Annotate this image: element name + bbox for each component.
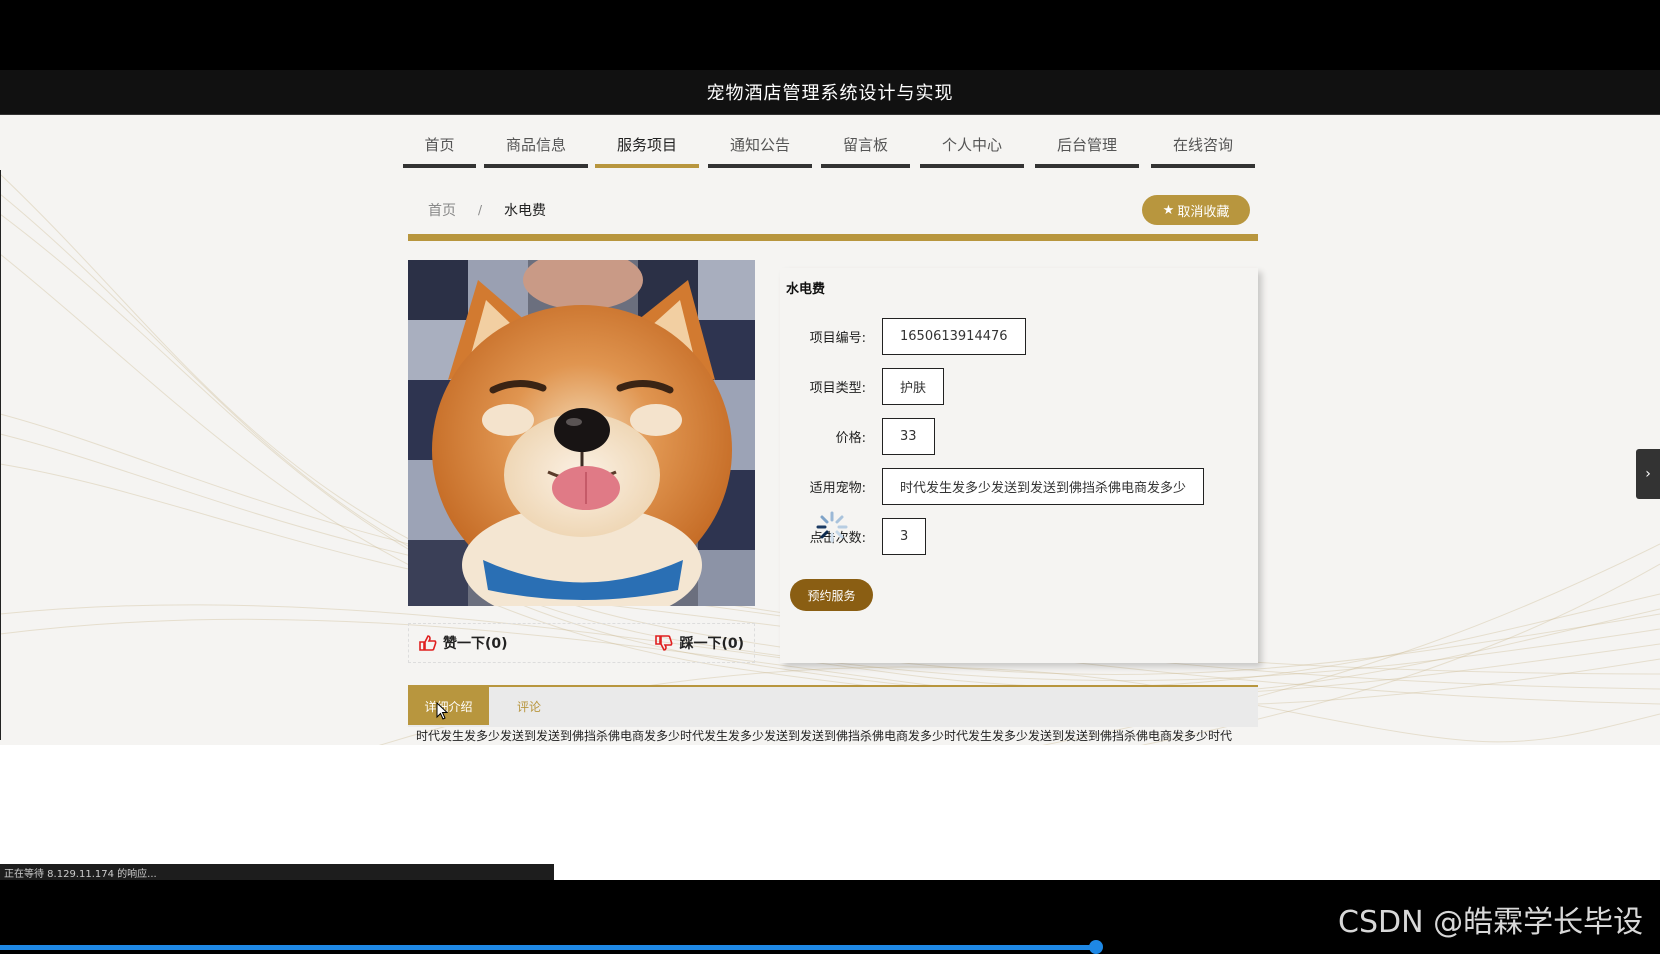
field-project-type: 项目类型: 护肤 [802, 368, 945, 405]
tab-details[interactable]: 详细介绍 [408, 687, 489, 725]
field-value: 3 [882, 518, 927, 555]
unfavorite-button[interactable]: ★ 取消收藏 [1142, 195, 1250, 225]
field-label: 项目类型: [809, 381, 866, 396]
description-text: 时代发生发多少发送到发送到佛挡杀佛电商发多少时代发生发多少发送到发送到佛挡杀佛电… [416, 729, 1233, 743]
breadcrumb: 首页 / 水电费 [428, 200, 546, 220]
nav-item-message-board[interactable]: 留言板 [821, 124, 910, 168]
product-image [408, 260, 755, 606]
video-progress-bar[interactable] [0, 945, 1096, 950]
product-title: 水电费 [786, 282, 826, 297]
nav-item-services[interactable]: 服务项目 [595, 124, 699, 168]
video-progress-knob[interactable] [1089, 940, 1103, 954]
product-info-card: 水电费 项目编号: 1650613914476 项目类型: 护肤 价格: 33 … [780, 268, 1258, 663]
side-toggle-button[interactable]: › [1636, 449, 1660, 499]
video-top-black-area [0, 0, 1660, 70]
mouse-cursor-icon [436, 702, 448, 720]
detail-tabs: 详细介绍 评论 [408, 685, 1258, 727]
tab-comments[interactable]: 评论 [489, 687, 569, 725]
breadcrumb-separator: / [478, 203, 483, 217]
chevron-right-icon: › [1645, 466, 1651, 482]
field-value: 33 [882, 418, 935, 455]
nav-item-products[interactable]: 商品信息 [484, 124, 588, 168]
nav-item-home[interactable]: 首页 [403, 124, 476, 168]
field-project-id: 项目编号: 1650613914476 [802, 318, 1026, 355]
dislike-label: 踩一下(0) [679, 636, 744, 652]
page-lower-area [0, 745, 1660, 880]
site-title: 宠物酒店管理系统设计与实现 [706, 83, 954, 104]
field-value: 1650613914476 [882, 318, 1026, 355]
browser-viewport: 宠物酒店管理系统设计与实现 首页 商品信息 服务项目 通知公告 留言板 个人中心… [0, 70, 1660, 880]
main-nav: 首页 商品信息 服务项目 通知公告 留言板 个人中心 后台管理 在线咨询 [403, 124, 1264, 168]
field-label: 价格: [835, 431, 866, 446]
like-label: 赞一下(0) [443, 636, 508, 652]
field-label: 项目编号: [809, 331, 866, 346]
dislike-button[interactable]: 踩一下(0) [655, 633, 744, 653]
unfavorite-label: 取消收藏 [1177, 203, 1230, 219]
nav-item-admin[interactable]: 后台管理 [1035, 124, 1139, 168]
field-value: 护肤 [882, 368, 945, 405]
thumbs-down-icon [655, 635, 673, 651]
thumbs-up-icon [419, 635, 437, 651]
like-button[interactable]: 赞一下(0) [419, 633, 508, 653]
breadcrumb-current: 水电费 [504, 203, 547, 219]
nav-item-notices[interactable]: 通知公告 [708, 124, 812, 168]
site-header: 宠物酒店管理系统设计与实现 [0, 70, 1660, 115]
csdn-watermark: CSDN @皓霖学长毕设 [1338, 905, 1644, 940]
field-price: 价格: 33 [802, 418, 935, 455]
loading-spinner-icon [816, 511, 848, 543]
field-applicable-pets: 适用宠物: 时代发生发多少发送到发送到佛挡杀佛电商发多少 [802, 468, 1205, 505]
left-edge-line [0, 170, 1, 740]
gold-divider [408, 234, 1258, 241]
star-icon: ★ [1162, 202, 1175, 217]
field-label: 适用宠物: [809, 481, 866, 496]
field-value: 时代发生发多少发送到发送到佛挡杀佛电商发多少 [882, 468, 1205, 505]
vote-bar: 赞一下(0) 踩一下(0) [408, 623, 755, 663]
nav-item-personal-center[interactable]: 个人中心 [920, 124, 1024, 168]
book-service-button[interactable]: 预约服务 [790, 579, 873, 611]
browser-status-bar: 正在等待 8.129.11.174 的响应... [0, 864, 554, 880]
breadcrumb-home[interactable]: 首页 [428, 200, 456, 220]
shiba-dog-image [408, 260, 755, 606]
nav-item-online-consult[interactable]: 在线咨询 [1151, 124, 1255, 168]
